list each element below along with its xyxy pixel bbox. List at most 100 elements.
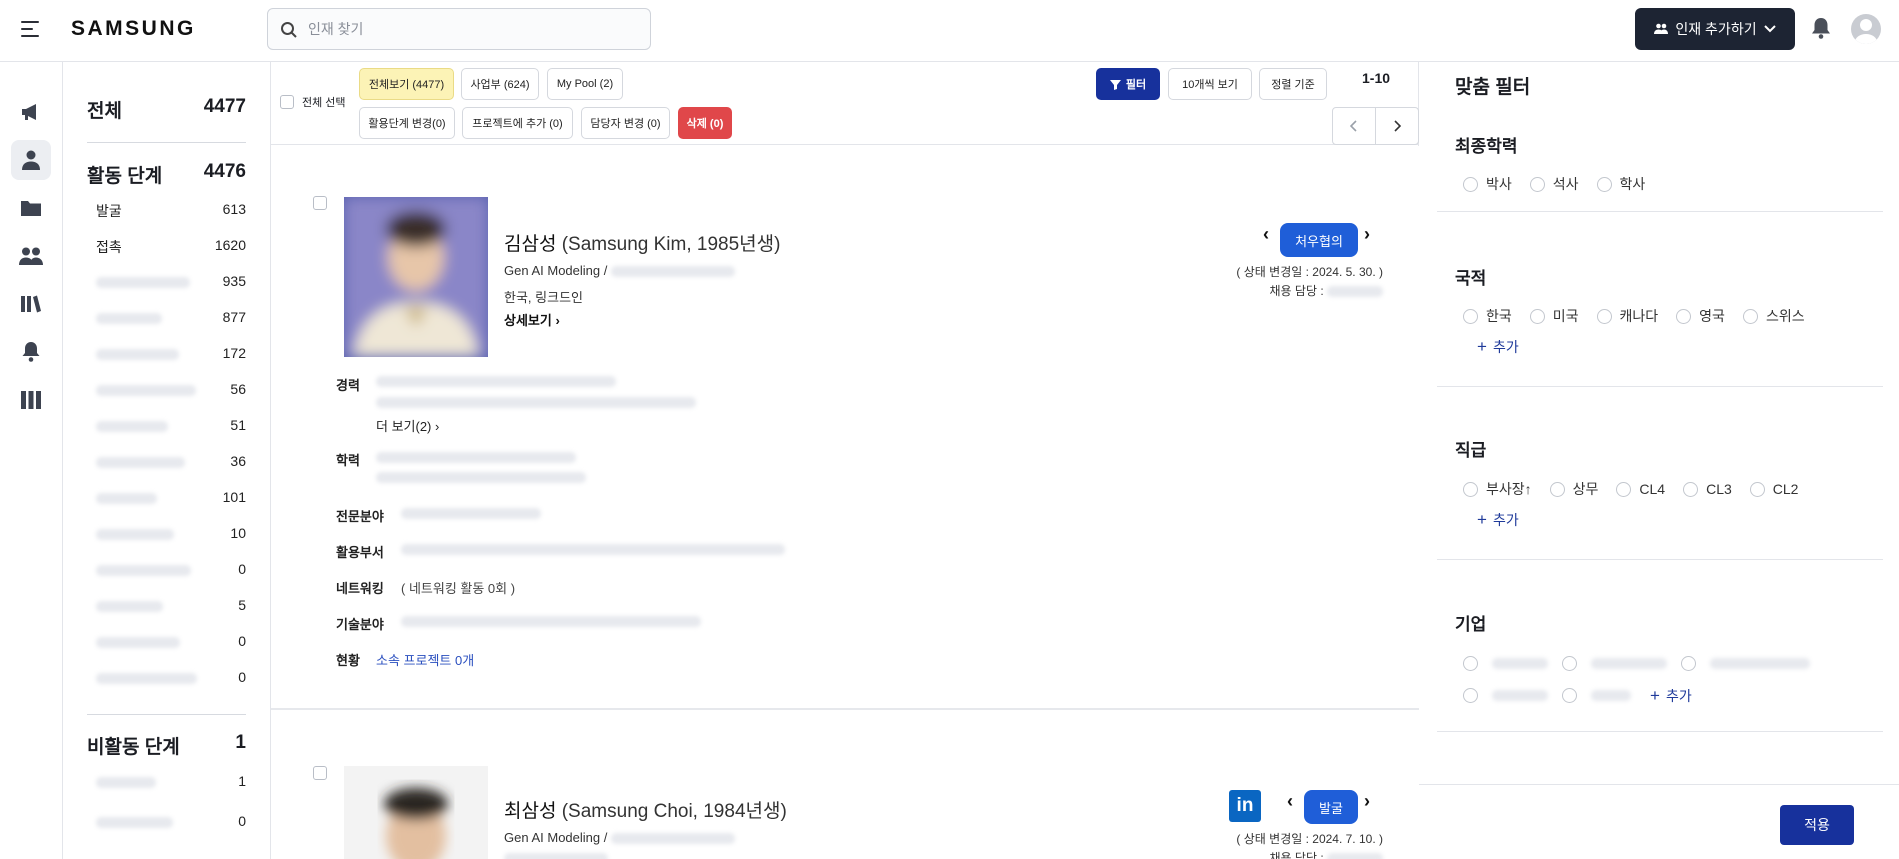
- active-stage-heading[interactable]: 활동 단계 4476: [87, 161, 246, 188]
- select-all-checkbox[interactable]: [280, 95, 294, 109]
- select-all[interactable]: 전체 선택: [280, 94, 346, 110]
- notification-bell-icon[interactable]: [1810, 16, 1832, 43]
- folder-icon[interactable]: [11, 188, 51, 228]
- next-page-button[interactable]: [1375, 107, 1419, 145]
- search-input[interactable]: [308, 17, 638, 41]
- candidate-role: Gen AI Modeling /: [504, 830, 735, 845]
- stage-item-label: 발굴: [96, 203, 122, 219]
- stage-item[interactable]: 56: [96, 381, 246, 397]
- stage-item[interactable]: 877: [96, 309, 246, 325]
- radio-button[interactable]: [1463, 481, 1478, 497]
- stage-item[interactable]: 0: [96, 633, 246, 649]
- radio-button[interactable]: [1596, 308, 1612, 324]
- search-box[interactable]: [267, 8, 651, 50]
- status-next-arrow[interactable]: ›: [1364, 791, 1370, 812]
- radio-button[interactable]: [1742, 308, 1758, 324]
- filter-option[interactable]: 석사: [1529, 174, 1579, 194]
- company-radio[interactable]: [1562, 688, 1577, 703]
- filter-option[interactable]: 스위스: [1742, 306, 1805, 326]
- company-radio[interactable]: [1681, 656, 1696, 671]
- filter-option[interactable]: 캐나다: [1596, 306, 1658, 326]
- filter-option[interactable]: 미국: [1529, 306, 1579, 326]
- stage-item[interactable]: 36: [96, 453, 246, 469]
- stage-item[interactable]: 5: [96, 597, 246, 613]
- career-more-link[interactable]: 더 보기(2) ›: [376, 416, 439, 435]
- radio-button[interactable]: [1549, 481, 1565, 497]
- radio-button[interactable]: [1683, 481, 1699, 497]
- division-button[interactable]: 사업부 (624): [461, 68, 539, 100]
- candidate-name[interactable]: 최삼성 (Samsung Choi, 1984년생): [504, 796, 787, 823]
- stage-item[interactable]: 10: [96, 525, 246, 541]
- filter-option[interactable]: CL4: [1616, 479, 1665, 499]
- menu-icon[interactable]: [21, 21, 41, 37]
- stage-item[interactable]: 0: [96, 813, 246, 829]
- change-manager-button[interactable]: 담당자 변경 (0): [581, 107, 670, 139]
- sort-button[interactable]: 정렬 기준: [1259, 68, 1327, 100]
- filter-option[interactable]: 부사장↑: [1463, 479, 1532, 499]
- radio-button[interactable]: [1529, 308, 1545, 324]
- radio-button[interactable]: [1529, 176, 1545, 192]
- company-options: [1463, 656, 1810, 671]
- add-to-project-button[interactable]: 프로젝트에 추가 (0): [462, 107, 573, 139]
- radio-button[interactable]: [1676, 308, 1692, 324]
- company-radio[interactable]: [1562, 656, 1577, 671]
- megaphone-icon[interactable]: [11, 92, 51, 132]
- candidate-checkbox[interactable]: [313, 196, 327, 210]
- person-icon[interactable]: [11, 140, 51, 180]
- company-radio[interactable]: [1463, 688, 1478, 703]
- detail-link[interactable]: 상세보기 ›: [504, 310, 560, 329]
- stage-item[interactable]: 발굴 613: [96, 201, 246, 221]
- stage-item[interactable]: 0: [96, 669, 246, 685]
- filter-option[interactable]: CL2: [1749, 479, 1799, 499]
- linkedin-icon[interactable]: in: [1229, 790, 1261, 822]
- radio-button[interactable]: [1749, 481, 1765, 497]
- prev-page-button[interactable]: [1332, 107, 1376, 145]
- add-talent-button[interactable]: 인재 추가하기: [1635, 8, 1795, 50]
- filter-option[interactable]: 박사: [1463, 174, 1512, 194]
- radio-button[interactable]: [1616, 481, 1632, 497]
- columns-icon[interactable]: [11, 380, 51, 420]
- radio-button[interactable]: [1596, 176, 1612, 192]
- filter-option[interactable]: 한국: [1463, 306, 1512, 326]
- project-link[interactable]: 소속 프로젝트 0개: [376, 650, 474, 669]
- stage-item[interactable]: 172: [96, 345, 246, 361]
- stage-item[interactable]: 접촉 1620: [96, 237, 246, 257]
- radio-button[interactable]: [1463, 308, 1478, 324]
- status-prev-arrow[interactable]: ‹: [1263, 224, 1269, 245]
- filter-option-label: CL2: [1772, 481, 1799, 497]
- change-stage-button[interactable]: 활용단계 변경(0): [359, 107, 455, 139]
- stage-item[interactable]: 101: [96, 489, 246, 505]
- status-prev-arrow[interactable]: ‹: [1287, 791, 1293, 812]
- candidate-checkbox[interactable]: [313, 766, 327, 780]
- stage-item[interactable]: 1: [96, 773, 246, 789]
- company-radio[interactable]: [1463, 656, 1478, 671]
- radio-button[interactable]: [1463, 176, 1478, 192]
- inactive-stage-heading[interactable]: 비활동 단계 1: [87, 732, 246, 759]
- per-page-button[interactable]: 10개씩 보기: [1168, 68, 1252, 100]
- filter-option[interactable]: 상무: [1549, 479, 1598, 499]
- stage-item[interactable]: 0: [96, 561, 246, 577]
- add-nationality-button[interactable]: + 추가: [1477, 337, 1519, 357]
- apply-button[interactable]: 적용: [1780, 805, 1854, 845]
- library-icon[interactable]: [11, 284, 51, 324]
- add-position-button[interactable]: + 추가: [1477, 510, 1519, 530]
- filter-button[interactable]: 필터: [1096, 68, 1160, 100]
- education-options: 박사 석사 학사: [1463, 174, 1645, 194]
- stage-item[interactable]: 51: [96, 417, 246, 433]
- add-company-button[interactable]: + 추가: [1650, 686, 1692, 706]
- delete-button[interactable]: 삭제 (0): [678, 107, 732, 139]
- status-badge[interactable]: 발굴: [1304, 790, 1358, 824]
- candidate-name[interactable]: 김삼성 (Samsung Kim, 1985년생): [504, 229, 780, 256]
- group-icon[interactable]: [11, 236, 51, 276]
- my-pool-button[interactable]: My Pool (2): [547, 68, 623, 100]
- total-stat[interactable]: 전체 4477: [87, 96, 246, 123]
- filter-option[interactable]: 학사: [1596, 174, 1645, 194]
- filter-option[interactable]: CL3: [1683, 479, 1732, 499]
- status-next-arrow[interactable]: ›: [1364, 224, 1370, 245]
- status-badge[interactable]: 처우협의: [1280, 223, 1358, 257]
- bell-icon[interactable]: [11, 332, 51, 372]
- filter-option[interactable]: 영국: [1676, 306, 1725, 326]
- view-all-button[interactable]: 전체보기 (4477): [359, 68, 454, 100]
- user-avatar[interactable]: [1851, 14, 1881, 44]
- stage-item[interactable]: 935: [96, 273, 246, 289]
